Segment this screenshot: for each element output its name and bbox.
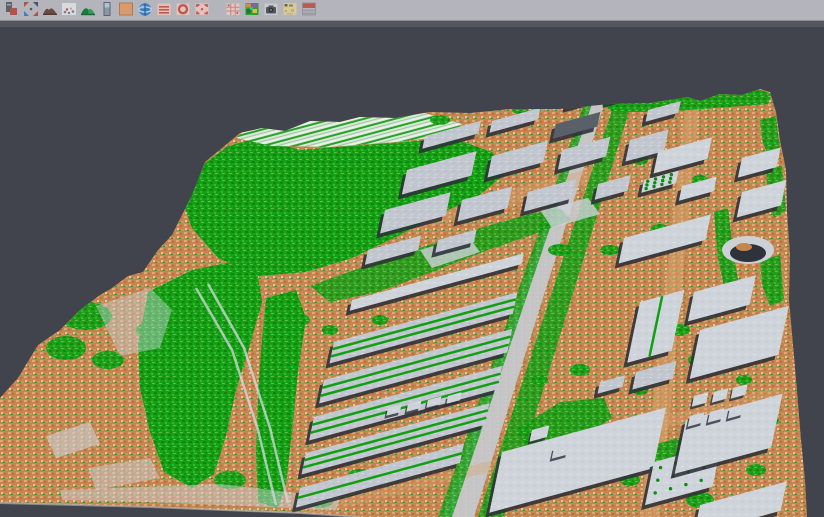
3d-viewport[interactable]: [0, 21, 824, 517]
red-list-icon[interactable]: [154, 0, 173, 20]
red-circle-icon[interactable]: [173, 0, 192, 20]
toolbar-separator: [211, 0, 223, 20]
globe-icon[interactable]: [135, 0, 154, 20]
align-points-icon[interactable]: [21, 0, 40, 20]
elevation-column-icon[interactable]: [97, 0, 116, 20]
red-table-icon[interactable]: [299, 0, 318, 20]
classification-icon[interactable]: [242, 0, 261, 20]
green-hill-icon[interactable]: [78, 0, 97, 20]
orange-square-icon[interactable]: [116, 0, 135, 20]
point-cloud-scene[interactable]: [0, 21, 824, 517]
camera-icon[interactable]: [261, 0, 280, 20]
sparse-points-icon[interactable]: [59, 0, 78, 20]
main-toolbar: [0, 0, 824, 21]
selection-brackets-icon[interactable]: [192, 0, 211, 20]
terrain-brown-icon[interactable]: [40, 0, 59, 20]
terrain-khaki-icon[interactable]: [280, 0, 299, 20]
open-file-icon[interactable]: [2, 0, 21, 20]
red-grid-icon[interactable]: [223, 0, 242, 20]
